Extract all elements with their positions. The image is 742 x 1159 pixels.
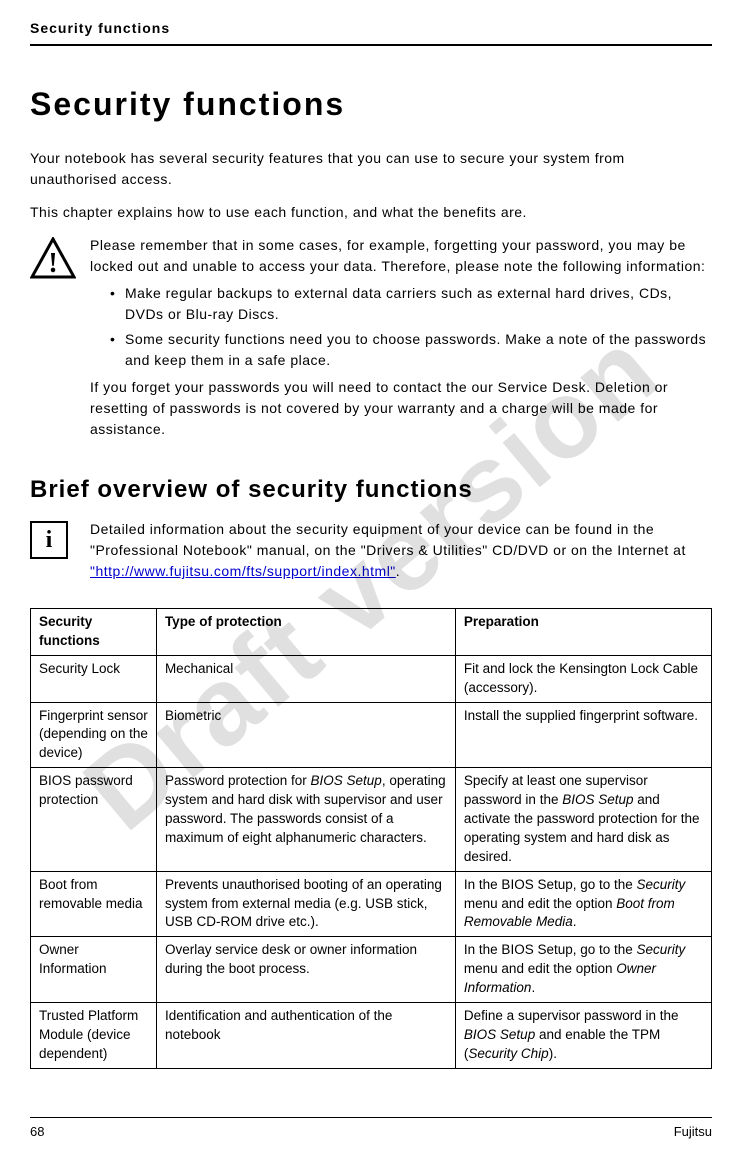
support-link[interactable]: "http://www.fujitsu.com/fts/support/inde… xyxy=(90,563,396,579)
info-box: i Detailed information about the securit… xyxy=(30,519,712,588)
table-row: Security LockMechanicalFit and lock the … xyxy=(31,655,712,702)
footer-brand: Fujitsu xyxy=(674,1124,712,1139)
cell-preparation: In the BIOS Setup, go to the Security me… xyxy=(455,937,711,1003)
cell-function: BIOS password protection xyxy=(31,768,157,871)
footer-rule xyxy=(30,1117,712,1118)
info-icon: i xyxy=(30,521,68,559)
section-title: Brief overview of security functions xyxy=(30,476,712,504)
warning-box: ! Please remember that in some cases, fo… xyxy=(30,235,712,446)
security-functions-table: Security functions Type of protection Pr… xyxy=(30,608,712,1069)
cell-protection: Password protection for BIOS Setup, oper… xyxy=(156,768,455,871)
cell-function: Owner Information xyxy=(31,937,157,1003)
page-footer: 68 Fujitsu xyxy=(30,1117,712,1139)
page-number: 68 xyxy=(30,1124,44,1139)
table-header-protection: Type of protection xyxy=(156,609,455,656)
table-row: Trusted Platform Module (device dependen… xyxy=(31,1003,712,1069)
header-rule xyxy=(30,44,712,46)
table-row: Owner InformationOverlay service desk or… xyxy=(31,937,712,1003)
cell-protection: Prevents unauthorised booting of an oper… xyxy=(156,871,455,937)
table-row: Fingerprint sensor (depending on the dev… xyxy=(31,702,712,768)
intro-paragraph-1: Your notebook has several security featu… xyxy=(30,148,712,190)
cell-function: Fingerprint sensor (depending on the dev… xyxy=(31,702,157,768)
cell-protection: Identification and authentication of the… xyxy=(156,1003,455,1069)
cell-protection: Overlay service desk or owner informatio… xyxy=(156,937,455,1003)
warning-bullet-2: Some security functions need you to choo… xyxy=(110,329,712,371)
cell-preparation: Define a supervisor password in the BIOS… xyxy=(455,1003,711,1069)
intro-paragraph-2: This chapter explains how to use each fu… xyxy=(30,202,712,223)
cell-preparation: In the BIOS Setup, go to the Security me… xyxy=(455,871,711,937)
page-header-title: Security functions xyxy=(30,20,712,36)
main-title: Security functions xyxy=(30,86,712,123)
cell-protection: Biometric xyxy=(156,702,455,768)
warning-bullet-1: Make regular backups to external data ca… xyxy=(110,283,712,325)
table-row: Boot from removable mediaPrevents unauth… xyxy=(31,871,712,937)
cell-function: Boot from removable media xyxy=(31,871,157,937)
cell-preparation: Install the supplied fingerprint softwar… xyxy=(455,702,711,768)
table-header-functions: Security functions xyxy=(31,609,157,656)
table-header-preparation: Preparation xyxy=(455,609,711,656)
warning-icon: ! xyxy=(30,237,76,279)
cell-preparation: Fit and lock the Kensington Lock Cable (… xyxy=(455,655,711,702)
cell-protection: Mechanical xyxy=(156,655,455,702)
cell-function: Trusted Platform Module (device dependen… xyxy=(31,1003,157,1069)
warning-text-2: If you forget your passwords you will ne… xyxy=(90,377,712,440)
cell-preparation: Specify at least one supervisor password… xyxy=(455,768,711,871)
warning-text-1: Please remember that in some cases, for … xyxy=(90,235,712,277)
cell-function: Security Lock xyxy=(31,655,157,702)
info-text: Detailed information about the security … xyxy=(90,519,712,582)
svg-text:!: ! xyxy=(48,248,57,279)
table-row: BIOS password protectionPassword protect… xyxy=(31,768,712,871)
